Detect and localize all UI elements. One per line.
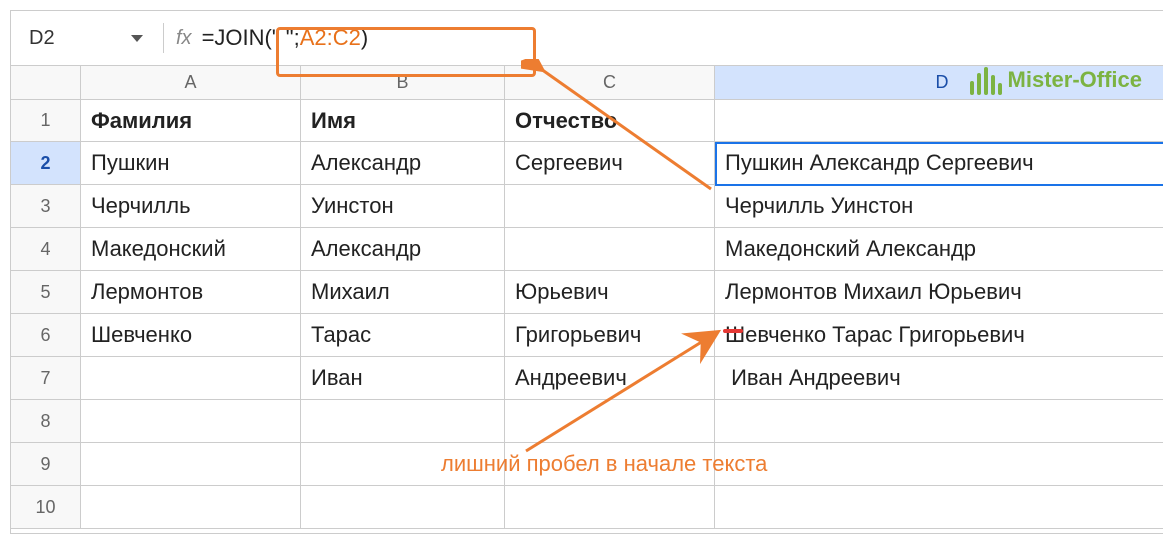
- row-head-2[interactable]: 2: [11, 142, 81, 185]
- row-head-5[interactable]: 5: [11, 271, 81, 314]
- table-row: 3ЧерчилльУинстон Черчилль Уинстон: [11, 185, 1163, 228]
- cell-A6[interactable]: Шевченко: [81, 314, 301, 357]
- cell-D4[interactable]: Македонский Александр: [715, 228, 1163, 271]
- cell-D8[interactable]: [715, 400, 1163, 443]
- cell-B7[interactable]: Иван: [301, 357, 505, 400]
- cell-D6[interactable]: Шевченко Тарас Григорьевич: [715, 314, 1163, 357]
- name-box-text: D2: [29, 27, 55, 50]
- cell-B3[interactable]: Уинстон: [301, 185, 505, 228]
- formula-ref: A2:C2: [300, 25, 361, 50]
- table-row: 1ФамилияИмяОтчество: [11, 100, 1163, 142]
- cell-A3[interactable]: Черчилль: [81, 185, 301, 228]
- cell-B4[interactable]: Александр: [301, 228, 505, 271]
- table-row: 2ПушкинАлександрСергеевичПушкин Александ…: [11, 142, 1163, 185]
- cell-B1[interactable]: Имя: [301, 100, 505, 142]
- cell-A5[interactable]: Лермонтов: [81, 271, 301, 314]
- row-head-1[interactable]: 1: [11, 100, 81, 142]
- cell-C4[interactable]: [505, 228, 715, 271]
- cell-A2[interactable]: Пушкин: [81, 142, 301, 185]
- cell-A9[interactable]: [81, 443, 301, 486]
- row-head-4[interactable]: 4: [11, 228, 81, 271]
- formula-prefix: =JOIN(" ";: [202, 25, 300, 50]
- formula-suffix: ): [361, 25, 368, 50]
- watermark-logo: Mister-Office: [970, 65, 1142, 95]
- cell-C3[interactable]: [505, 185, 715, 228]
- logo-text: Mister-Office: [1008, 67, 1142, 93]
- logo-bars-icon: [970, 65, 1002, 95]
- cell-C6[interactable]: Григорьевич: [505, 314, 715, 357]
- name-box[interactable]: D2: [21, 27, 151, 50]
- col-head-C[interactable]: C: [505, 66, 715, 100]
- row-head-8[interactable]: 8: [11, 400, 81, 443]
- table-row: 10: [11, 486, 1163, 529]
- cell-B5[interactable]: Михаил: [301, 271, 505, 314]
- cell-A4[interactable]: Македонский: [81, 228, 301, 271]
- cell-B6[interactable]: Тарас: [301, 314, 505, 357]
- table-row: 5ЛермонтовМихаилЮрьевичЛермонтов Михаил …: [11, 271, 1163, 314]
- cell-D3[interactable]: Черчилль Уинстон: [715, 185, 1163, 228]
- cell-A7[interactable]: [81, 357, 301, 400]
- col-head-B[interactable]: B: [301, 66, 505, 100]
- cell-C5[interactable]: Юрьевич: [505, 271, 715, 314]
- col-head-A[interactable]: A: [81, 66, 301, 100]
- formula-bar: D2 fx =JOIN(" ";A2:C2): [11, 11, 1163, 66]
- annotation-text: лишний пробел в начале текста: [441, 451, 767, 477]
- row-head-10[interactable]: 10: [11, 486, 81, 529]
- cell-C2[interactable]: Сергеевич: [505, 142, 715, 185]
- cell-B2[interactable]: Александр: [301, 142, 505, 185]
- table-row: 4МакедонскийАлександр Македонский Алексан…: [11, 228, 1163, 271]
- row-head-3[interactable]: 3: [11, 185, 81, 228]
- cell-C1[interactable]: Отчество: [505, 100, 715, 142]
- cell-A1[interactable]: Фамилия: [81, 100, 301, 142]
- select-all-corner[interactable]: [11, 66, 81, 100]
- separator: [163, 23, 164, 53]
- cell-A8[interactable]: [81, 400, 301, 443]
- fx-label: fx: [176, 27, 192, 50]
- cell-D5[interactable]: Лермонтов Михаил Юрьевич: [715, 271, 1163, 314]
- cell-C7[interactable]: Андреевич: [505, 357, 715, 400]
- cell-C10[interactable]: [505, 486, 715, 529]
- cell-A10[interactable]: [81, 486, 301, 529]
- row-head-9[interactable]: 9: [11, 443, 81, 486]
- row-head-6[interactable]: 6: [11, 314, 81, 357]
- spreadsheet-window: D2 fx =JOIN(" ";A2:C2) A B C D 1ФамилияИ…: [10, 10, 1163, 534]
- cell-B8[interactable]: [301, 400, 505, 443]
- formula-input[interactable]: =JOIN(" ";A2:C2): [202, 25, 369, 51]
- cell-D7[interactable]: Иван Андреевич: [715, 357, 1163, 400]
- cell-B10[interactable]: [301, 486, 505, 529]
- chevron-down-icon[interactable]: [131, 35, 143, 42]
- cell-D9[interactable]: [715, 443, 1163, 486]
- table-row: 6ШевченкоТарасГригорьевичШевченко Тарас …: [11, 314, 1163, 357]
- cell-D2[interactable]: Пушкин Александр Сергеевич: [715, 142, 1163, 185]
- cell-D1[interactable]: [715, 100, 1163, 142]
- table-row: 8: [11, 400, 1163, 443]
- row-head-7[interactable]: 7: [11, 357, 81, 400]
- table-row: 7 ИванАндреевич Иван Андреевич: [11, 357, 1163, 400]
- annotation-red-underline: [723, 329, 743, 333]
- cell-C8[interactable]: [505, 400, 715, 443]
- cell-D10[interactable]: [715, 486, 1163, 529]
